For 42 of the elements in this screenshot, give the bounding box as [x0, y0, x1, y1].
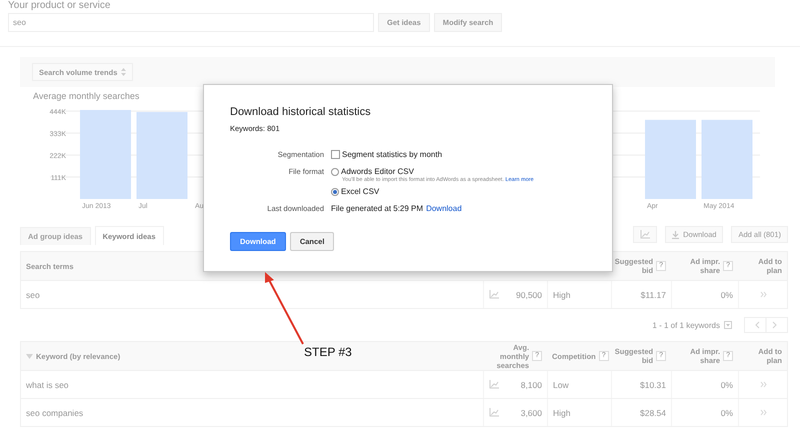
generated-text: File generated at 5:29 PM: [331, 203, 424, 214]
bid-cell: $28.54: [640, 408, 666, 418]
dialog-title: Download historical statistics: [230, 106, 372, 118]
dropdown-icon[interactable]: [724, 321, 732, 329]
double-chevron-icon[interactable]: [760, 291, 766, 298]
chart-button[interactable]: [633, 226, 658, 243]
share-cell: 0%: [720, 408, 733, 418]
sort-arrows-icon: [121, 68, 126, 76]
competition-cell: High: [553, 290, 570, 300]
radio-label: Adwords Editor CSV: [341, 166, 414, 177]
bid-cell: $10.31: [640, 380, 666, 390]
checkbox-label: Segment statistics by month: [342, 149, 442, 160]
double-chevron-icon[interactable]: [760, 381, 766, 388]
line-chart-icon[interactable]: [489, 380, 499, 389]
field-label: Your product or service: [8, 0, 112, 11]
sort-down-icon[interactable]: [26, 354, 33, 358]
searches-cell: 3,600: [520, 408, 542, 418]
line-chart-icon[interactable]: [489, 290, 499, 299]
competition-cell: High: [553, 408, 570, 418]
radio-button[interactable]: [331, 168, 339, 176]
double-chevron-icon[interactable]: [760, 409, 766, 416]
pagination-text: 1 - 1 of 1 keywords: [652, 320, 720, 330]
competition-cell: Low: [553, 380, 569, 390]
download-link[interactable]: Download: [426, 203, 462, 214]
searches-cell: 8,100: [520, 380, 542, 390]
line-chart-icon[interactable]: [640, 230, 650, 239]
share-cell: 0%: [720, 290, 733, 300]
keyword-cell: seo companies: [26, 408, 84, 418]
pager-buttons[interactable]: [744, 317, 788, 333]
radio-button[interactable]: [331, 188, 339, 196]
checkbox[interactable]: [331, 150, 340, 159]
keyword-cell: seo: [26, 290, 40, 300]
chart-title: Average monthly searches: [33, 91, 140, 101]
share-cell: 0%: [720, 380, 733, 390]
radio-label: Excel CSV: [341, 186, 380, 197]
search-field[interactable]: seo: [8, 13, 374, 32]
searches-cell: 90,500: [516, 290, 542, 300]
step-label: STEP #3: [304, 345, 352, 359]
keyword-cell: what is seo: [26, 380, 69, 390]
download-icon: [672, 230, 680, 238]
bid-cell: $11.17: [640, 290, 666, 300]
line-chart-icon[interactable]: [489, 408, 499, 417]
